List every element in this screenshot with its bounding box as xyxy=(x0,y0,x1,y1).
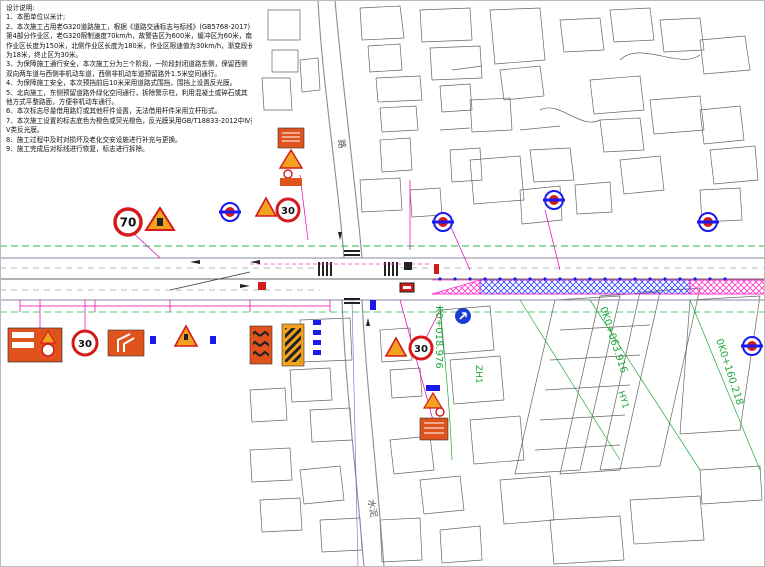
construction-triangle-icon xyxy=(144,206,176,231)
speed-limit-30-text: 30 xyxy=(78,339,92,350)
buildings-south xyxy=(249,305,763,565)
lane-closed-arrow-sign xyxy=(107,329,145,357)
warning-light-icon xyxy=(543,190,565,210)
hy-label: HY1 xyxy=(615,390,630,410)
speed-limit-70-text: 70 xyxy=(120,216,137,230)
construction-triangle-icon xyxy=(254,196,278,217)
warning-light-icon xyxy=(741,336,763,356)
speed-limit-30-sign-west: 30 xyxy=(71,329,99,357)
work-zone xyxy=(431,279,765,295)
construction-notice-board-south xyxy=(419,385,449,441)
dimension-lines xyxy=(19,263,430,312)
zh-label: ZH1 xyxy=(473,365,483,384)
cross-street xyxy=(317,0,385,567)
stake-label-right: 0K0+160.218 xyxy=(713,338,745,407)
warning-light-icon xyxy=(432,212,454,232)
warning-light-icon xyxy=(697,212,719,232)
speed-limit-30-text: 30 xyxy=(281,206,295,217)
speed-limit-30-text: 30 xyxy=(414,344,428,355)
speed-limit-70-sign: 70 xyxy=(113,207,143,237)
keep-right-sign xyxy=(455,308,471,324)
stake-label-mid: 0K0+063.916 xyxy=(597,306,629,375)
road-name-south: 水泥 xyxy=(365,498,380,518)
traffic-control-plan: 设计说明: 1、本图单位以米计; 2、本次施工占用老G320道路施工，根据《道路… xyxy=(0,0,765,567)
barrier-lights-south xyxy=(313,320,321,355)
road-name-north: 路 xyxy=(335,138,348,149)
chevron-barrier xyxy=(249,323,305,367)
buildings-north xyxy=(261,5,759,225)
speed-limit-30-sign-north: 30 xyxy=(275,197,301,223)
stake-label-left: K0+018.976 xyxy=(433,306,444,369)
survey-lines xyxy=(439,299,761,471)
warning-light-icon xyxy=(219,202,241,222)
construction-triangle-icon xyxy=(173,324,199,347)
survey-labels: K0+018.976 0K0+063.916 0K0+160.218 ZH1 H… xyxy=(335,138,745,518)
speed-limit-30-sign-east: 30 xyxy=(408,335,434,361)
road-vehicles xyxy=(258,262,415,293)
plan-drawing: K0+018.976 0K0+063.916 0K0+160.218 ZH1 H… xyxy=(0,0,765,567)
construction-triangle-icon xyxy=(384,336,408,357)
advance-warning-board xyxy=(7,327,63,363)
